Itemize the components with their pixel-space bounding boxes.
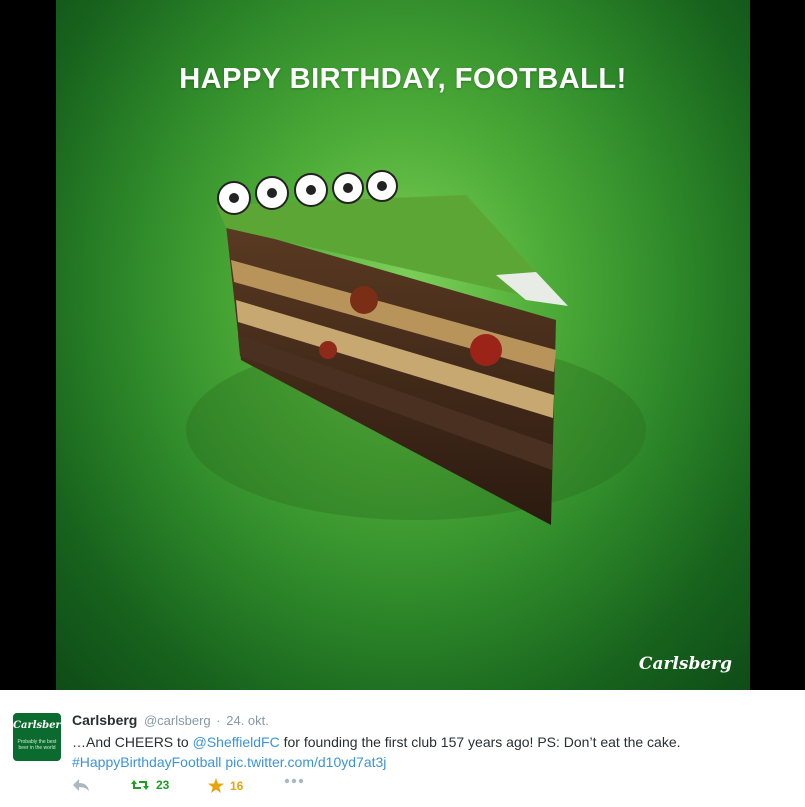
favorite-button[interactable]: 16 xyxy=(208,778,243,793)
more-icon xyxy=(284,778,304,784)
tweet-text-part1: …And CHEERS to xyxy=(72,734,193,750)
author-handle[interactable]: @carlsberg xyxy=(144,713,211,728)
tweet-photo[interactable]: HAPPY BIRTHDAY, FOOTBALL! Carlsberg xyxy=(56,0,750,690)
author-name[interactable]: Carlsberg xyxy=(72,712,137,728)
retweet-button[interactable]: 23 xyxy=(130,778,169,792)
reply-icon xyxy=(73,779,89,791)
tweet-text: …And CHEERS to @SheffieldFC for founding… xyxy=(72,732,792,772)
reply-button[interactable] xyxy=(72,778,90,792)
photo-headline: HAPPY BIRTHDAY, FOOTBALL! xyxy=(179,63,627,95)
hashtag-link[interactable]: #HappyBirthdayFootball xyxy=(72,754,221,770)
avatar[interactable]: Carlsberg Probably the best beer in the … xyxy=(13,713,61,761)
retweet-count: 23 xyxy=(156,778,170,792)
separator: · xyxy=(216,713,221,728)
brand-logo: Carlsberg xyxy=(638,654,732,674)
star-icon xyxy=(208,778,224,793)
tweet-header: Carlsberg @carlsberg · 24. okt. xyxy=(72,712,269,728)
cake-illustration xyxy=(186,170,646,525)
pic-link[interactable]: pic.twitter.com/d10yd7at3j xyxy=(225,754,386,770)
more-button[interactable] xyxy=(284,778,304,784)
tweet-date[interactable]: 24. okt. xyxy=(226,713,269,728)
media-frame: HAPPY BIRTHDAY, FOOTBALL! Carlsberg xyxy=(0,0,805,690)
avatar-tagline: Probably the best beer in the world xyxy=(17,739,57,751)
tweet-text-part2: for founding the first club 157 years ag… xyxy=(279,734,681,750)
tweet: Carlsberg Probably the best beer in the … xyxy=(0,690,805,807)
retweet-icon xyxy=(131,780,149,790)
avatar-logo: Carlsberg xyxy=(13,720,61,731)
favorite-count: 16 xyxy=(230,778,244,793)
mention-link[interactable]: @SheffieldFC xyxy=(193,734,280,750)
